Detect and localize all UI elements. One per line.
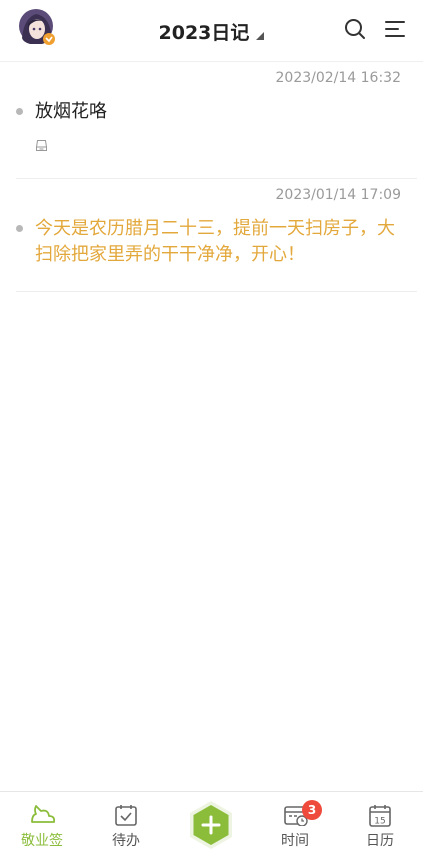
entry-date: 2023/01/14 17:09 bbox=[275, 187, 402, 203]
tab-label: 敬业签 bbox=[21, 833, 63, 849]
tab-label: 时间 bbox=[281, 833, 309, 849]
plus-icon[interactable] bbox=[186, 800, 236, 850]
page-title[interactable]: 2023日记 bbox=[159, 22, 250, 44]
calendar-15-icon: 15 bbox=[369, 805, 391, 827]
entry-text: 今天是农历腊月二十三，提前一天扫房子，大扫除把家里弄的干干净净，开心！ bbox=[35, 218, 395, 265]
entry-date: 2023/02/14 16:32 bbox=[275, 70, 402, 86]
caret-down-icon bbox=[256, 32, 265, 40]
app-header: 2023日记 bbox=[0, 0, 423, 62]
notification-badge: 3 bbox=[302, 800, 322, 820]
calendar-check-icon bbox=[115, 805, 137, 826]
drive-icon[interactable] bbox=[35, 139, 48, 152]
bottom-tab-bar: 敬业签 待办 3 时间 15 日历 bbox=[0, 791, 423, 856]
entry-bullet bbox=[16, 108, 23, 115]
tab-label: 日历 bbox=[366, 833, 394, 849]
diary-entry[interactable]: 2023/01/14 17:09 今天是农历腊月二十三，提前一天扫房子，大扫除把… bbox=[0, 179, 423, 293]
tab-todo[interactable]: 待办 bbox=[84, 792, 168, 856]
tab-label: 待办 bbox=[112, 833, 140, 849]
calendar-day: 15 bbox=[374, 817, 385, 827]
cloud-logo-icon bbox=[31, 805, 56, 823]
diary-entry[interactable]: 2023/02/14 16:32 放烟花咯 bbox=[0, 62, 423, 179]
search-icon[interactable] bbox=[343, 17, 367, 41]
entry-divider bbox=[16, 291, 417, 292]
menu-icon[interactable] bbox=[383, 17, 407, 41]
tab-time[interactable]: 3 时间 bbox=[253, 792, 337, 856]
tab-calendar[interactable]: 15 日历 bbox=[338, 792, 422, 856]
tab-jingyeqian[interactable]: 敬业签 bbox=[0, 792, 84, 856]
entry-bullet bbox=[16, 225, 23, 232]
entry-text: 放烟花咯 bbox=[35, 101, 107, 122]
